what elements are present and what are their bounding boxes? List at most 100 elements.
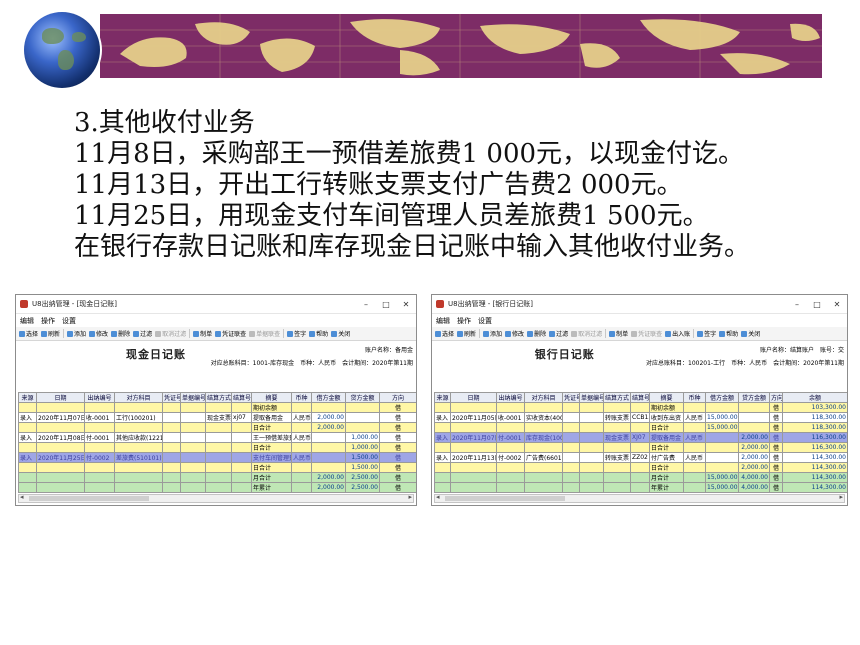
column-header[interactable]: 结算方式: [603, 392, 631, 403]
table-row[interactable]: 年累计 15,000.00 4,000.00 借 114,300.00: [434, 482, 847, 493]
cancel-filter-button[interactable]: 取消过滤: [155, 329, 186, 338]
column-header[interactable]: 日期: [450, 392, 497, 403]
sign-button[interactable]: 签字: [697, 329, 716, 338]
table-row[interactable]: 录入 2020年11月25日 付-0002 差旅费(510101) 支付车间管理费 人民币…: [18, 452, 416, 463]
table-row[interactable]: 月合计 2,000.00 2,500.00 借: [18, 472, 416, 483]
column-header[interactable]: 来源: [434, 392, 451, 403]
column-header[interactable]: 对方科目: [524, 392, 563, 403]
make-voucher-button[interactable]: 制单: [609, 329, 628, 338]
column-header[interactable]: 币种: [291, 392, 312, 403]
column-header[interactable]: 结算方式: [205, 392, 232, 403]
minimize-button[interactable]: –: [356, 300, 376, 309]
scroll-thumb[interactable]: [29, 496, 149, 501]
sign-button[interactable]: 签字: [287, 329, 306, 338]
column-header[interactable]: 借方金额: [311, 392, 346, 403]
cancel-filter-button[interactable]: 取消过滤: [571, 329, 602, 338]
select-button[interactable]: 选择: [435, 329, 454, 338]
column-header[interactable]: 结算号: [231, 392, 252, 403]
column-header[interactable]: 结算号: [630, 392, 650, 403]
table-row[interactable]: 录入 2020年11月08日 付-0001 其他应收款(1221) 王一预借差旅费 人民币…: [18, 432, 416, 443]
app-icon: [20, 300, 28, 308]
table-row[interactable]: 日合计 1,000.00 借: [18, 442, 416, 453]
scroll-thumb[interactable]: [445, 496, 565, 501]
scroll-right-icon[interactable]: ▸: [408, 493, 412, 501]
filter-button[interactable]: 过滤: [549, 329, 568, 338]
column-header[interactable]: 单据编号: [180, 392, 206, 403]
column-header[interactable]: 出纳编号: [84, 392, 115, 403]
maximize-button[interactable]: □: [807, 300, 827, 309]
scroll-right-icon[interactable]: ▸: [839, 493, 843, 501]
help-button[interactable]: 帮助: [309, 329, 328, 338]
edit-button[interactable]: 修改: [505, 329, 524, 338]
maximize-button[interactable]: □: [376, 300, 396, 309]
table-row[interactable]: 日合计 2,000.00 借 116,300.00: [434, 442, 847, 453]
table-row[interactable]: 年累计 2,000.00 2,500.00 借: [18, 482, 416, 493]
table-row[interactable]: 日合计 2,000.00 借 114,300.00: [434, 462, 847, 473]
column-header[interactable]: 来源: [18, 392, 37, 403]
column-header[interactable]: 摘要: [649, 392, 684, 403]
post-entry-button[interactable]: 出入账: [665, 329, 690, 338]
menu-edit[interactable]: 编辑: [20, 316, 34, 326]
voucher-query-button[interactable]: 凭证联查: [215, 329, 246, 338]
column-header[interactable]: 摘要: [251, 392, 292, 403]
scroll-left-icon[interactable]: ◂: [436, 493, 440, 501]
table-cell: 付-0002: [496, 452, 525, 463]
column-header[interactable]: 方向: [769, 392, 783, 403]
select-button[interactable]: 选择: [19, 329, 38, 338]
column-header[interactable]: 单据编号: [579, 392, 604, 403]
column-header[interactable]: 方向: [379, 392, 416, 403]
table-cell: [231, 442, 252, 453]
column-header[interactable]: 凭证号: [562, 392, 580, 403]
column-header[interactable]: 余额: [782, 392, 847, 403]
table-row[interactable]: 录入 2020年11月07日 收-0001 工行(100201) 现金支票 xj07 提取备…: [18, 412, 416, 423]
column-header[interactable]: 日期: [36, 392, 85, 403]
column-header[interactable]: 对方科目: [114, 392, 163, 403]
refresh-button[interactable]: 刷新: [457, 329, 476, 338]
help-button[interactable]: 帮助: [719, 329, 738, 338]
table-cell: 2020年11月07日: [36, 412, 85, 423]
menu-settings[interactable]: 设置: [62, 316, 76, 326]
voucher-query-button[interactable]: 凭证联查: [631, 329, 662, 338]
document-query-button[interactable]: 单据联查: [249, 329, 280, 338]
horizontal-scrollbar[interactable]: ◂ ▸: [434, 493, 845, 503]
menu-operate[interactable]: 操作: [41, 316, 55, 326]
menu-operate[interactable]: 操作: [457, 316, 471, 326]
column-header[interactable]: 凭证号: [162, 392, 181, 403]
column-header[interactable]: 币种: [683, 392, 706, 403]
table-row[interactable]: 期初余额 借: [18, 402, 416, 413]
table-row[interactable]: 录入2020年11月13日付-0002广告费(660101) 转账支票ZZ02付广…: [434, 452, 847, 463]
horizontal-scrollbar[interactable]: ◂ ▸: [18, 493, 414, 503]
table-row[interactable]: 日合计 2,000.00 借: [18, 422, 416, 433]
close-tool-button[interactable]: 关闭: [741, 329, 760, 338]
edit-button[interactable]: 修改: [89, 329, 108, 338]
refresh-button[interactable]: 刷新: [41, 329, 60, 338]
delete-button[interactable]: 删除: [527, 329, 546, 338]
minimize-button[interactable]: –: [787, 300, 807, 309]
add-button[interactable]: 添加: [483, 329, 502, 338]
menu-edit[interactable]: 编辑: [436, 316, 450, 326]
close-button[interactable]: ✕: [396, 300, 416, 309]
close-button[interactable]: ✕: [827, 300, 847, 309]
table-row[interactable]: 录入2020年11月07日付-0001库存现金(1001) 现金支票XJ07提取备…: [434, 432, 847, 443]
delete-button[interactable]: 删除: [111, 329, 130, 338]
table-row[interactable]: 日合计 15,000.00 借 118,300.00: [434, 422, 847, 433]
make-voucher-button[interactable]: 制单: [193, 329, 212, 338]
column-header[interactable]: 贷方金额: [345, 392, 380, 403]
close-tool-button[interactable]: 关闭: [331, 329, 350, 338]
scroll-left-icon[interactable]: ◂: [20, 493, 24, 501]
voucher-query-icon: [215, 330, 222, 337]
add-button[interactable]: 添加: [67, 329, 86, 338]
table-cell: 2020年11月07日: [450, 432, 497, 443]
column-header[interactable]: 贷方金额: [738, 392, 770, 403]
column-header[interactable]: 出纳编号: [496, 392, 525, 403]
table-cell: [180, 442, 206, 453]
table-cell: [562, 422, 580, 433]
menu-settings[interactable]: 设置: [478, 316, 492, 326]
table-row[interactable]: 期初余额 借 103,300.00: [434, 402, 847, 413]
table-cell: 日合计: [251, 422, 292, 433]
table-row[interactable]: 月合计 15,000.00 4,000.00 借 114,300.00: [434, 472, 847, 483]
column-header[interactable]: 借方金额: [705, 392, 739, 403]
filter-button[interactable]: 过滤: [133, 329, 152, 338]
table-row[interactable]: 日合计 1,500.00 借: [18, 462, 416, 473]
table-row[interactable]: 录入2020年11月05日收-0001实收资本(4001) 转账支票CCB15收到…: [434, 412, 847, 423]
